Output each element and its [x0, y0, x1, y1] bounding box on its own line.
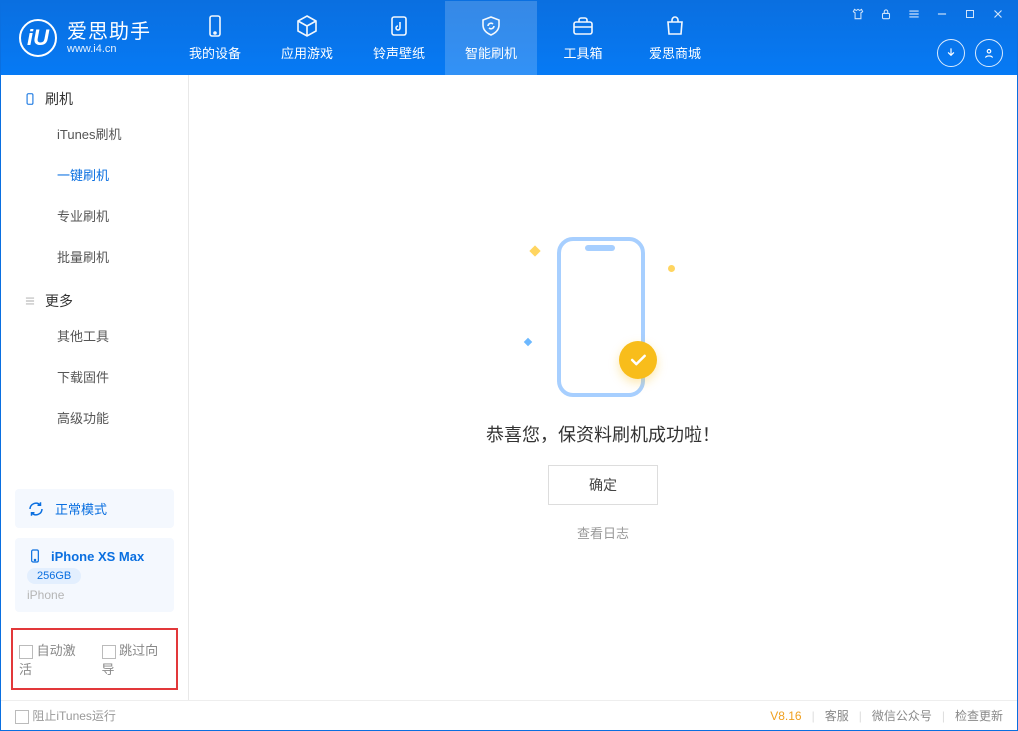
shirt-icon[interactable]	[849, 5, 867, 23]
minimize-button[interactable]	[933, 5, 951, 23]
app-window: iU 爱思助手 www.i4.cn 我的设备 应用游戏 铃声壁纸 智能刷机	[0, 0, 1018, 731]
highlight-options: 自动激活 跳过向导	[11, 628, 178, 690]
success-illustration	[533, 233, 673, 403]
nav-tab-device[interactable]: 我的设备	[169, 1, 261, 75]
device-name: iPhone XS Max	[51, 549, 144, 564]
group-title: 刷机	[45, 89, 73, 109]
mode-label: 正常模式	[55, 499, 107, 518]
check-badge-icon	[619, 341, 657, 379]
nav-label: 爱思商城	[649, 43, 701, 62]
user-icon[interactable]	[975, 39, 1003, 67]
nav-label: 我的设备	[189, 43, 241, 62]
bag-icon	[663, 14, 687, 38]
music-file-icon	[387, 14, 411, 38]
view-log-link[interactable]: 查看日志	[577, 523, 629, 542]
sidebar-item-other-tools[interactable]: 其他工具	[1, 315, 188, 356]
sidebar-item-oneclick-flash[interactable]: 一键刷机	[1, 154, 188, 195]
sidebar-item-download-firmware[interactable]: 下载固件	[1, 356, 188, 397]
logo-icon: iU	[19, 19, 57, 57]
sidebar-item-batch-flash[interactable]: 批量刷机	[1, 236, 188, 277]
list-icon	[23, 294, 37, 308]
sidebar-item-advanced[interactable]: 高级功能	[1, 397, 188, 438]
cube-icon	[295, 14, 319, 38]
success-message: 恭喜您，保资料刷机成功啦！	[486, 421, 720, 447]
nav-tab-apps[interactable]: 应用游戏	[261, 1, 353, 75]
nav-label: 铃声壁纸	[373, 43, 425, 62]
nav-tab-toolbox[interactable]: 工具箱	[537, 1, 629, 75]
maximize-button[interactable]	[961, 5, 979, 23]
sidebar-item-pro-flash[interactable]: 专业刷机	[1, 195, 188, 236]
download-icon[interactable]	[937, 39, 965, 67]
sparkle-icon	[529, 245, 540, 256]
title-bar: iU 爱思助手 www.i4.cn 我的设备 应用游戏 铃声壁纸 智能刷机	[1, 1, 1017, 75]
group-title: 更多	[45, 291, 73, 311]
checkbox-icon	[15, 710, 29, 724]
menu-icon[interactable]	[905, 5, 923, 23]
nav-tab-store[interactable]: 爱思商城	[629, 1, 721, 75]
nav-label: 智能刷机	[465, 43, 517, 62]
device-type: iPhone	[27, 588, 162, 602]
refresh-icon	[27, 500, 45, 518]
app-title: 爱思助手	[67, 21, 151, 43]
logo-block: iU 爱思助手 www.i4.cn	[1, 19, 169, 57]
footer-link-wechat[interactable]: 微信公众号	[872, 707, 932, 724]
nav-tab-flash[interactable]: 智能刷机	[445, 1, 537, 75]
nav-tab-ringtones[interactable]: 铃声壁纸	[353, 1, 445, 75]
mode-card[interactable]: 正常模式	[15, 489, 174, 528]
skip-guide-option[interactable]: 跳过向导	[102, 640, 171, 678]
sidebar-group-flash: 刷机	[1, 75, 188, 113]
app-subtitle: www.i4.cn	[67, 43, 151, 55]
device-storage-badge: 256GB	[27, 568, 81, 584]
block-itunes-option[interactable]: 阻止iTunes运行	[15, 707, 116, 724]
footer-link-update[interactable]: 检查更新	[955, 707, 1003, 724]
main-content: 恭喜您，保资料刷机成功啦！ 确定 查看日志	[189, 75, 1017, 700]
body: 刷机 iTunes刷机 一键刷机 专业刷机 批量刷机 更多 其他工具 下载固件 …	[1, 75, 1017, 700]
close-button[interactable]	[989, 5, 1007, 23]
nav-label: 工具箱	[563, 43, 602, 62]
nav-label: 应用游戏	[281, 43, 333, 62]
toolbox-icon	[571, 14, 595, 38]
sidebar-group-more: 更多	[1, 277, 188, 315]
status-bar: 阻止iTunes运行 V8.16 | 客服 | 微信公众号 | 检查更新	[1, 700, 1017, 730]
lock-icon[interactable]	[877, 5, 895, 23]
sparkle-icon	[524, 338, 532, 346]
version-label: V8.16	[770, 709, 801, 723]
device-icon	[203, 14, 227, 38]
sidebar-item-itunes-flash[interactable]: iTunes刷机	[1, 113, 188, 154]
phone-icon	[27, 548, 43, 564]
window-controls	[849, 5, 1007, 23]
sidebar: 刷机 iTunes刷机 一键刷机 专业刷机 批量刷机 更多 其他工具 下载固件 …	[1, 75, 189, 700]
phone-icon	[23, 92, 37, 106]
checkbox-icon	[102, 645, 116, 659]
header-round-icons	[937, 39, 1003, 67]
checkbox-icon	[19, 645, 33, 659]
ok-button[interactable]: 确定	[548, 465, 658, 505]
footer-link-support[interactable]: 客服	[825, 707, 849, 724]
sparkle-icon	[667, 264, 677, 274]
auto-activate-option[interactable]: 自动激活	[19, 640, 88, 678]
device-card[interactable]: iPhone XS Max 256GB iPhone	[15, 538, 174, 612]
nav-tabs: 我的设备 应用游戏 铃声壁纸 智能刷机 工具箱 爱思商城	[169, 1, 721, 75]
shield-refresh-icon	[479, 14, 503, 38]
